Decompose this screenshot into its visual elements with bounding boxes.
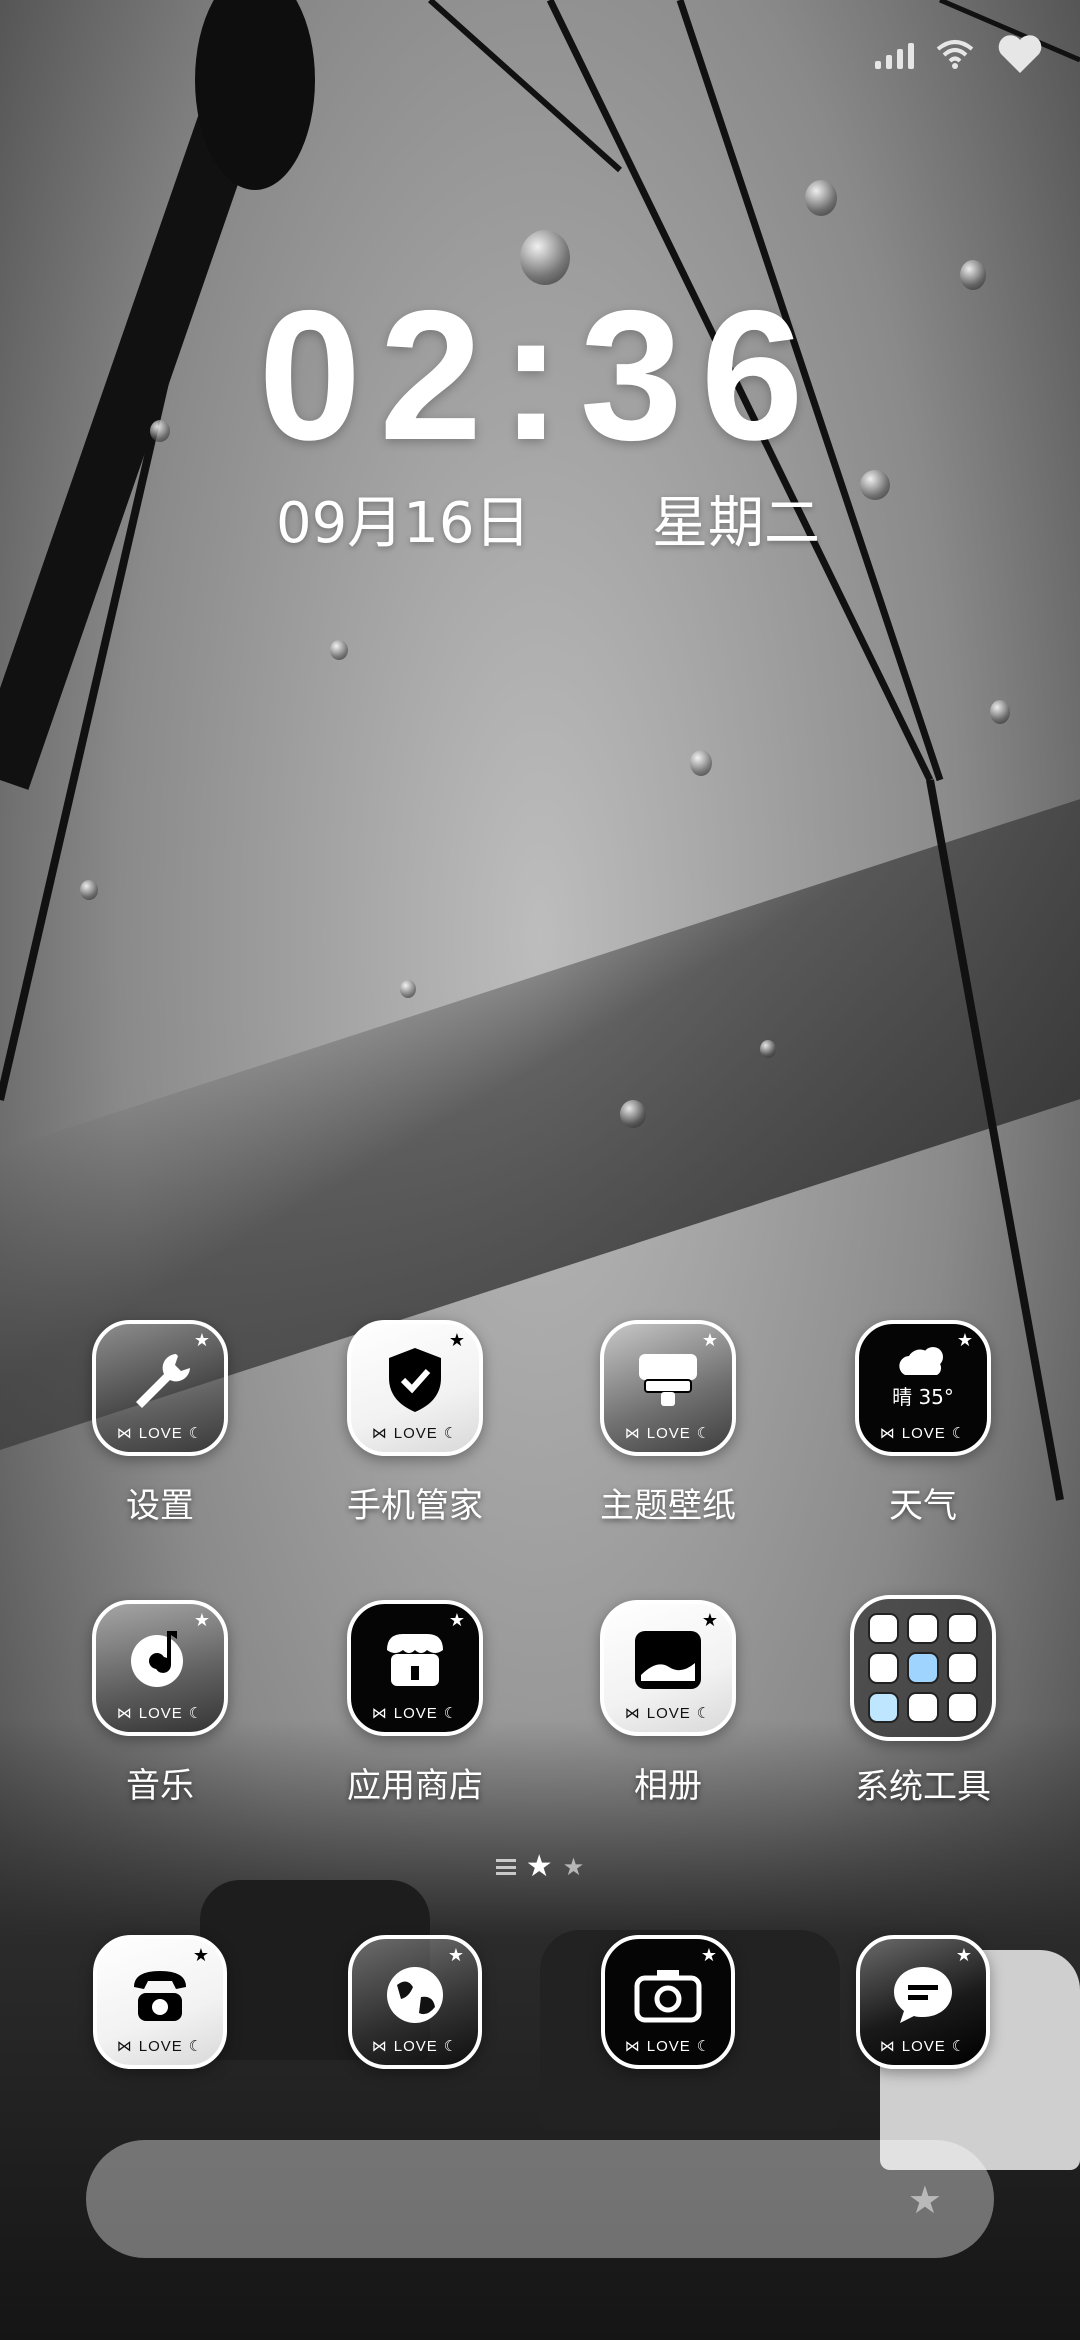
dock-camera[interactable]: ★ ⋈ LOVE ☾ — [553, 1935, 783, 2069]
status-bar — [875, 26, 1044, 82]
app-label: 设置 — [126, 1486, 194, 1526]
brush-icon: ★ ⋈ LOVE ☾ — [600, 1320, 736, 1456]
app-gallery[interactable]: ★ ⋈ LOVE ☾ 相册 — [553, 1600, 783, 1807]
app-system-tools-folder[interactable]: 系统工具 — [808, 1595, 1038, 1808]
cloud-sun-icon: ★ 晴 35° ⋈ LOVE ☾ — [855, 1320, 991, 1456]
page-dot-active: ★ — [525, 1849, 553, 1884]
page-indicator-lines — [495, 1859, 516, 1875]
app-phone-manager[interactable]: ★ ⋈ LOVE ☾ 手机管家 — [300, 1320, 530, 1527]
page-indicator[interactable]: ★ ★ — [0, 1852, 1080, 1882]
signal-bars-icon — [875, 39, 914, 69]
shield-check-icon: ★ ⋈ LOVE ☾ — [347, 1320, 483, 1456]
dock-phone[interactable]: ★ ⋈ LOVE ☾ — [45, 1935, 275, 2069]
clock-weekday: 星期二 — [652, 491, 820, 556]
music-icon: ★ ⋈ LOVE ☾ — [92, 1600, 228, 1736]
page-dot: ★ — [562, 1853, 585, 1881]
star-icon: ★ — [907, 2178, 942, 2222]
app-label: 应用商店 — [347, 1766, 483, 1806]
clock-time[interactable]: 02:36 — [0, 270, 1080, 482]
telephone-icon: ★ ⋈ LOVE ☾ — [93, 1935, 227, 2069]
dock-messages[interactable]: ★ ⋈ LOVE ☾ — [808, 1935, 1038, 2069]
app-label: 系统工具 — [855, 1767, 991, 1807]
app-app-store[interactable]: ★ ⋈ LOVE ☾ 应用商店 — [300, 1600, 530, 1807]
app-label: 音乐 — [126, 1766, 194, 1806]
clock-date-row[interactable]: 09月16日 星期二 — [0, 478, 1080, 556]
app-label: 天气 — [889, 1486, 957, 1526]
globe-icon: ★ ⋈ LOVE ☾ — [348, 1935, 482, 2069]
app-theme-wallpaper[interactable]: ★ ⋈ LOVE ☾ 主题壁纸 — [553, 1320, 783, 1527]
wifi-icon — [936, 39, 974, 69]
app-music[interactable]: ★ ⋈ LOVE ☾ 音乐 — [45, 1600, 275, 1807]
message-icon: ★ ⋈ LOVE ☾ — [856, 1935, 990, 2069]
store-icon: ★ ⋈ LOVE ☾ — [347, 1600, 483, 1736]
camera-icon: ★ ⋈ LOVE ☾ — [601, 1935, 735, 2069]
app-settings[interactable]: ★ ⋈ LOVE ☾ 设置 — [45, 1320, 275, 1527]
app-label: 主题壁纸 — [600, 1486, 736, 1526]
clock-date: 09月16日 — [276, 491, 531, 556]
dock-browser[interactable]: ★ ⋈ LOVE ☾ — [300, 1935, 530, 2069]
app-weather[interactable]: ★ 晴 35° ⋈ LOVE ☾ 天气 — [808, 1320, 1038, 1527]
weather-text: 晴 35° — [892, 1384, 954, 1409]
wrench-icon: ★ ⋈ LOVE ☾ — [92, 1320, 228, 1456]
app-label: 手机管家 — [347, 1486, 483, 1526]
app-label: 相册 — [634, 1766, 702, 1806]
folder-icon — [850, 1595, 996, 1741]
search-bar[interactable]: ★ — [86, 2140, 994, 2258]
photo-icon: ★ ⋈ LOVE ☾ — [600, 1600, 736, 1736]
heart-icon — [996, 33, 1044, 75]
